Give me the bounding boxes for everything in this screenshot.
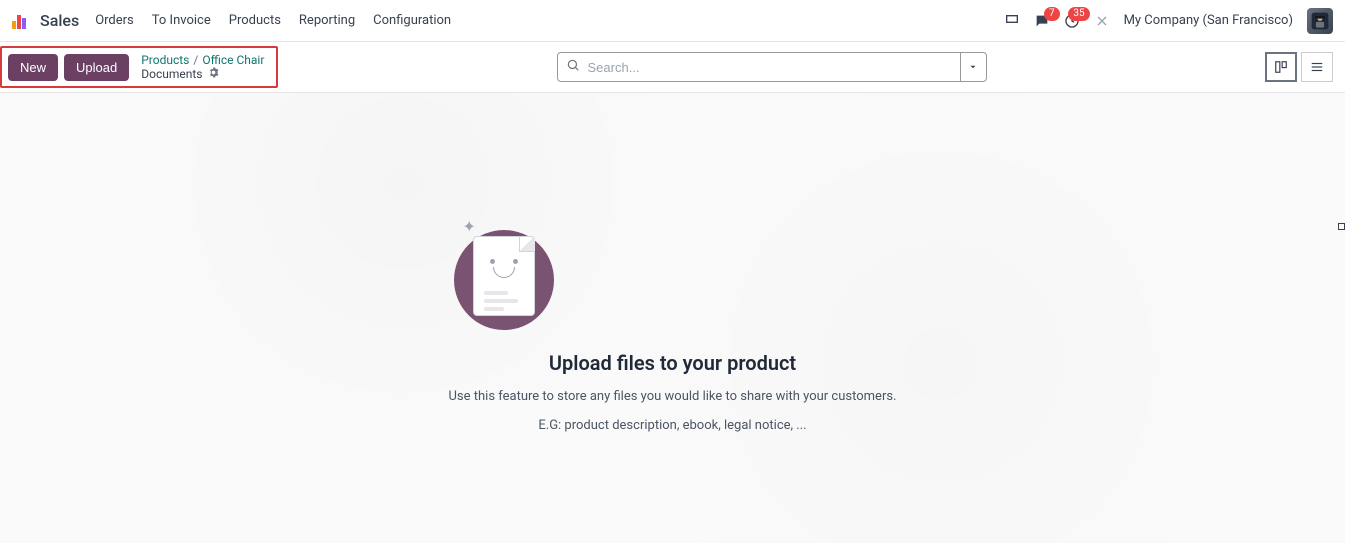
right-rail-handle[interactable]	[1337, 223, 1345, 343]
activities-icon[interactable]: 35	[1064, 13, 1080, 29]
search-dropdown-toggle[interactable]	[960, 53, 986, 81]
activities-badge: 35	[1068, 7, 1089, 21]
top-nav: Sales Orders To Invoice Products Reporti…	[0, 0, 1345, 42]
empty-line1: Use this feature to store any files you …	[449, 389, 897, 404]
breadcrumb-separator: /	[193, 53, 198, 67]
main-content: ✦ Upload files to your product Use this …	[0, 92, 1345, 543]
header-right: 7 35 My Company (San Francisco)	[1004, 8, 1333, 34]
company-selector[interactable]: My Company (San Francisco)	[1124, 13, 1293, 28]
menu-reporting[interactable]: Reporting	[299, 13, 355, 28]
menu-orders[interactable]: Orders	[95, 13, 134, 28]
app-logo-icon[interactable]	[12, 12, 30, 30]
menu-products[interactable]: Products	[229, 13, 281, 28]
search-box	[557, 52, 987, 82]
upload-button[interactable]: Upload	[64, 54, 129, 81]
messages-badge: 7	[1044, 7, 1060, 21]
breadcrumb-item-link[interactable]: Office Chair	[202, 53, 264, 67]
phone-icon[interactable]	[1004, 13, 1020, 29]
messages-icon[interactable]: 7	[1034, 13, 1050, 29]
list-view-button[interactable]	[1301, 52, 1333, 82]
empty-title: Upload files to your product	[449, 351, 897, 375]
user-avatar[interactable]	[1307, 8, 1333, 34]
tools-icon[interactable]	[1094, 13, 1110, 29]
menu-configuration[interactable]: Configuration	[373, 13, 451, 28]
kanban-view-button[interactable]	[1265, 52, 1297, 82]
breadcrumb-current: Documents	[141, 67, 202, 81]
empty-state: ✦ Upload files to your product Use this …	[449, 223, 897, 433]
new-button[interactable]: New	[8, 54, 58, 81]
view-switcher	[1265, 52, 1333, 82]
search-input[interactable]	[588, 60, 960, 75]
main-menu: Orders To Invoice Products Reporting Con…	[95, 13, 451, 28]
control-bar: New Upload Products / Office Chair Docum…	[0, 42, 1345, 92]
empty-line2: E.G: product description, ebook, legal n…	[449, 418, 897, 433]
app-name[interactable]: Sales	[40, 11, 79, 30]
menu-to-invoice[interactable]: To Invoice	[152, 13, 211, 28]
gear-icon[interactable]	[208, 67, 219, 81]
breadcrumb: Products / Office Chair Documents	[141, 53, 264, 81]
left-actions-highlight: New Upload Products / Office Chair Docum…	[0, 46, 278, 88]
empty-illustration-icon: ✦	[449, 223, 559, 333]
search-icon	[558, 58, 588, 76]
search-wrap	[278, 52, 1265, 82]
breadcrumb-products-link[interactable]: Products	[141, 53, 189, 67]
